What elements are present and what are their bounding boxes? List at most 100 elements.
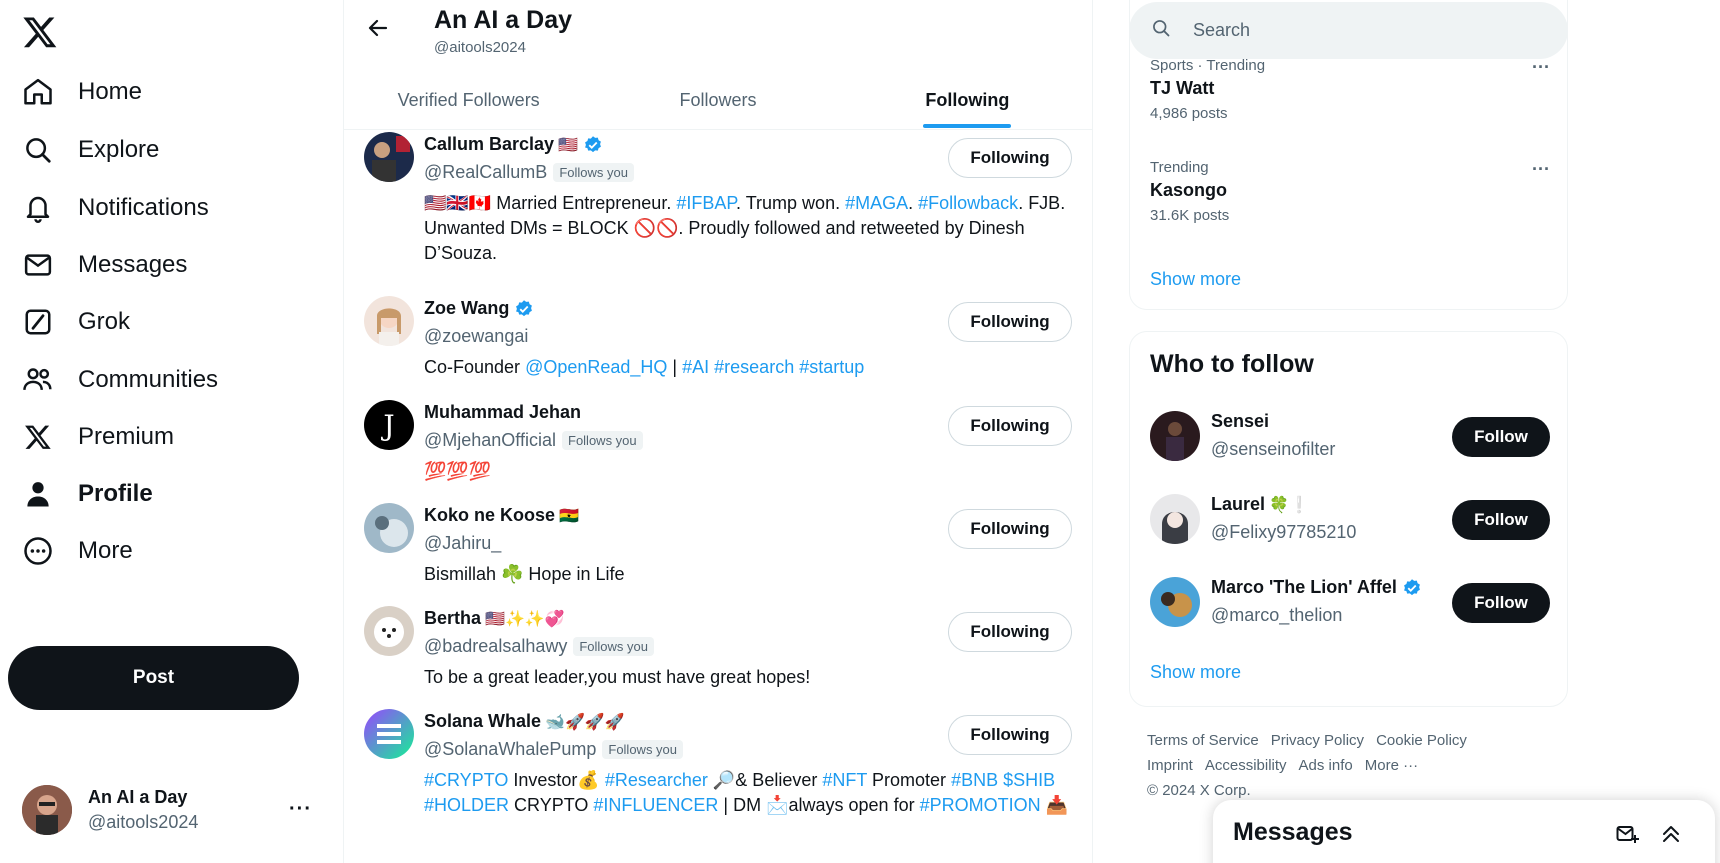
bio-link[interactable]: #MAGA bbox=[845, 193, 908, 213]
follows-you-badge: Follows you bbox=[573, 637, 654, 656]
messages-drawer[interactable]: Messages bbox=[1213, 800, 1715, 863]
bio-link[interactable]: #CRYPTO bbox=[424, 770, 508, 790]
new-message-icon[interactable] bbox=[1613, 820, 1641, 848]
suggestion-item[interactable]: Laurel 🍀❕ @Felixy97785210 Follow bbox=[1150, 492, 1550, 548]
who-to-follow-show-more-link[interactable]: Show more bbox=[1150, 662, 1241, 683]
bio-link[interactable]: #INFLUENCER bbox=[593, 795, 718, 815]
avatar[interactable] bbox=[1150, 411, 1200, 461]
tab-following[interactable]: Following bbox=[843, 72, 1092, 128]
avatar[interactable] bbox=[364, 709, 414, 759]
trend-item[interactable]: Sports · Trending TJ Watt 4,986 posts ··… bbox=[1150, 57, 1550, 122]
footer-link[interactable]: Cookie Policy bbox=[1376, 732, 1467, 749]
avatar[interactable] bbox=[364, 606, 414, 656]
nav-grok[interactable]: Grok bbox=[22, 300, 130, 344]
nav-explore[interactable]: Explore bbox=[22, 128, 159, 172]
list-item[interactable]: Solana Whale 🐋🚀🚀🚀 @SolanaWhalePump Follows… bbox=[344, 707, 1092, 837]
right-sidebar: Search Sports · Trending TJ Watt 4,986 p… bbox=[1129, 0, 1569, 863]
nav-profile[interactable]: Profile bbox=[22, 472, 153, 516]
bio-link[interactable]: #IFBAP bbox=[676, 193, 736, 213]
suggestion-item[interactable]: Sensei @senseinofilter Follow bbox=[1150, 409, 1550, 465]
bio-link[interactable]: #Researcher bbox=[605, 770, 708, 790]
following-button[interactable]: Following bbox=[948, 715, 1072, 755]
bio-link[interactable]: #Followback bbox=[918, 193, 1018, 213]
follow-button[interactable]: Follow bbox=[1452, 417, 1550, 457]
nav-more[interactable]: More bbox=[22, 529, 133, 573]
nav-label: Profile bbox=[78, 480, 153, 507]
follow-button[interactable]: Follow bbox=[1452, 500, 1550, 540]
bio-link[interactable]: #AI bbox=[682, 357, 709, 377]
following-button[interactable]: Following bbox=[948, 509, 1072, 549]
nav-notifications[interactable]: Notifications bbox=[22, 186, 209, 230]
nav-home[interactable]: Home bbox=[22, 70, 142, 114]
avatar[interactable] bbox=[364, 132, 414, 182]
nav-messages[interactable]: Messages bbox=[22, 243, 187, 287]
avatar[interactable] bbox=[1150, 494, 1200, 544]
list-item[interactable]: Zoe Wang @zoewangai Co-Founder @OpenRead… bbox=[344, 294, 1092, 398]
bio-link[interactable]: #startup bbox=[799, 357, 864, 377]
trend-item[interactable]: Trending Kasongo 31.6K posts ··· bbox=[1150, 159, 1550, 224]
user-name: Callum Barclay bbox=[424, 134, 555, 154]
more-horizontal-icon[interactable]: ··· bbox=[1532, 159, 1550, 180]
avatar[interactable]: J bbox=[364, 400, 414, 450]
following-button[interactable]: Following bbox=[948, 612, 1072, 652]
suggestion-handle: @Felixy97785210 bbox=[1211, 522, 1357, 542]
avatar[interactable] bbox=[364, 296, 414, 346]
footer-link[interactable]: Imprint bbox=[1147, 757, 1193, 774]
person-icon bbox=[22, 478, 54, 510]
trends-show-more-link[interactable]: Show more bbox=[1150, 269, 1241, 290]
avatar bbox=[22, 785, 72, 835]
user-bio: Co-Founder @OpenRead_HQ | #AI #research … bbox=[424, 357, 865, 377]
footer-link[interactable]: Terms of Service bbox=[1147, 732, 1259, 749]
following-button[interactable]: Following bbox=[948, 302, 1072, 342]
suggestion-item[interactable]: Marco 'The Lion' Affel @marco_thelion Fo… bbox=[1150, 575, 1550, 631]
tab-followers[interactable]: Followers bbox=[593, 72, 842, 128]
tab-verified-followers[interactable]: Verified Followers bbox=[344, 72, 593, 128]
chevron-double-up-icon[interactable] bbox=[1657, 820, 1685, 848]
back-button[interactable] bbox=[360, 12, 396, 48]
trend-context: Trending bbox=[1150, 159, 1209, 176]
user-bio: To be a great leader,you must have great… bbox=[424, 667, 811, 687]
bio-link[interactable]: $SHIB bbox=[1003, 770, 1055, 790]
page-title: An AI a Day bbox=[434, 6, 573, 34]
footer-link[interactable]: Ads info bbox=[1299, 757, 1353, 774]
name-emoji: 🇺🇸✨✨💞 bbox=[485, 609, 565, 628]
following-button[interactable]: Following bbox=[948, 138, 1072, 178]
footer-link[interactable]: Privacy Policy bbox=[1271, 732, 1364, 749]
more-horizontal-icon[interactable]: ··· bbox=[289, 798, 312, 821]
following-button[interactable]: Following bbox=[948, 406, 1072, 446]
post-button[interactable]: Post bbox=[8, 646, 299, 710]
bio-link[interactable]: #PROMOTION bbox=[920, 795, 1041, 815]
avatar[interactable] bbox=[1150, 577, 1200, 627]
bio-link[interactable]: #NFT bbox=[822, 770, 867, 790]
list-item[interactable]: Callum Barclay 🇺🇸 @RealCallumB Follows you… bbox=[344, 130, 1092, 294]
nav-label: Communities bbox=[78, 366, 219, 393]
list-item[interactable]: Koko ne Koose 🇬🇭 @Jahiru_ Bismillah ☘️ Ho… bbox=[344, 501, 1092, 604]
bio-link[interactable]: @OpenRead_HQ bbox=[525, 357, 667, 377]
x-logo-icon[interactable] bbox=[22, 14, 62, 54]
footer-link[interactable]: More ··· bbox=[1365, 757, 1418, 774]
follows-you-badge: Follows you bbox=[562, 431, 643, 450]
more-horizontal-icon[interactable]: ··· bbox=[1532, 57, 1550, 78]
list-item[interactable]: Bertha 🇺🇸✨✨💞 @badrealsalhawy Follows you T… bbox=[344, 604, 1092, 707]
search-icon bbox=[22, 134, 54, 166]
user-handle: @RealCallumB bbox=[424, 162, 548, 182]
nav-label: Home bbox=[78, 78, 143, 105]
user-handle: @SolanaWhalePump bbox=[424, 739, 597, 759]
messages-drawer-title: Messages bbox=[1233, 818, 1353, 846]
user-handle: @zoewangai bbox=[424, 326, 529, 346]
list-item[interactable]: J Muhammad Jehan @MjehanOfficial Follows … bbox=[344, 398, 1092, 501]
search-input[interactable]: Search bbox=[1129, 2, 1568, 59]
follow-button[interactable]: Follow bbox=[1452, 583, 1550, 623]
nav-premium[interactable]: Premium bbox=[22, 415, 174, 459]
name-emoji: 🇺🇸 bbox=[558, 135, 578, 154]
nav-label: More bbox=[78, 537, 133, 564]
footer-link[interactable]: Accessibility bbox=[1205, 757, 1287, 774]
user-name: Solana Whale bbox=[424, 711, 542, 731]
avatar[interactable] bbox=[364, 503, 414, 553]
bio-link[interactable]: #BNB bbox=[951, 770, 998, 790]
bio-link[interactable]: #research bbox=[714, 357, 794, 377]
account-switcher[interactable]: An AI a Day @aitools2024 ··· bbox=[22, 784, 322, 836]
verified-badge-icon bbox=[1402, 578, 1422, 598]
nav-communities[interactable]: Communities bbox=[22, 358, 218, 402]
bio-link[interactable]: #HOLDER bbox=[424, 795, 509, 815]
